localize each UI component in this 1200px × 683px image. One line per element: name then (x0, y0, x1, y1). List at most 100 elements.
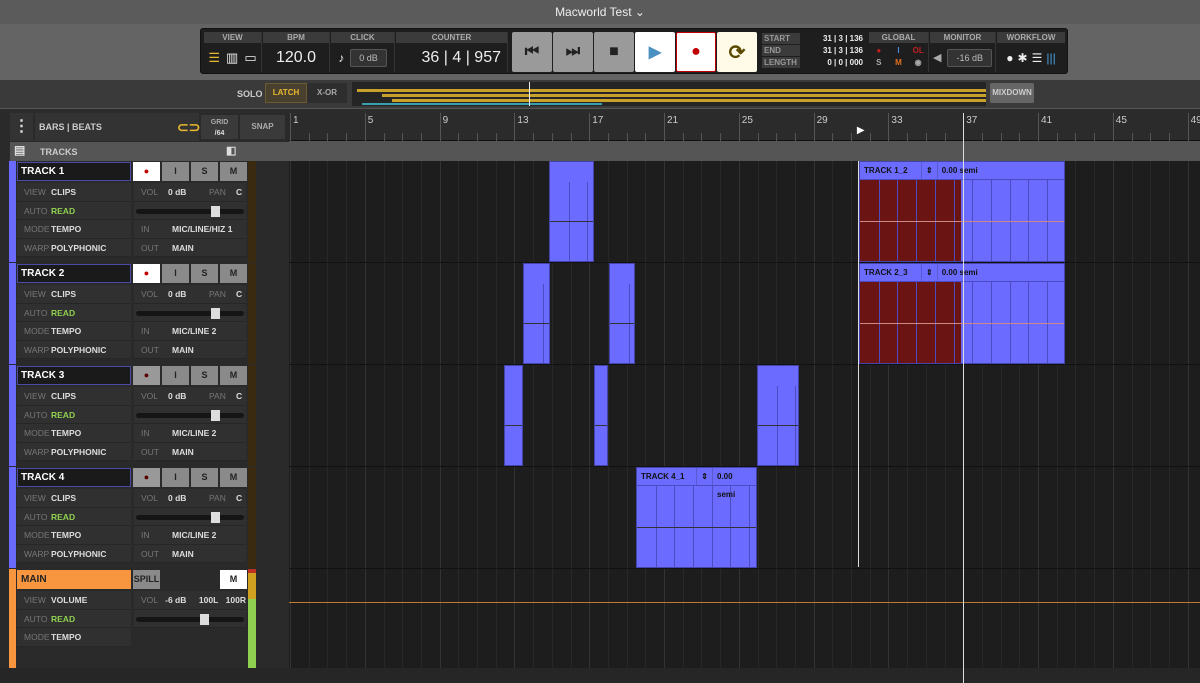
mode-row-value[interactable]: TEMPO (47, 220, 81, 238)
warp-row[interactable]: WARP POLYPHONIC (17, 341, 131, 359)
output-selector[interactable]: MAIN (164, 341, 194, 359)
pan-value[interactable]: C (232, 387, 242, 405)
clip-header[interactable]: TRACK 1_2 ⇕ 0.00 semi (860, 162, 1064, 180)
bpm-value[interactable]: 120.0 (263, 43, 329, 72)
mode-row-value[interactable]: TEMPO (47, 322, 81, 340)
mode-row[interactable]: MODE TEMPO (17, 628, 131, 647)
clip-pitch[interactable]: 0.00 semi (938, 162, 982, 179)
view-row-value[interactable]: CLIPS (47, 387, 76, 405)
vol-value[interactable]: 0 dB (164, 285, 202, 303)
global-solo-button[interactable]: S (869, 57, 889, 69)
warp-row-value[interactable]: POLYPHONIC (47, 239, 106, 257)
grid-selector[interactable]: GRID/64 (201, 115, 238, 139)
link-icon[interactable]: ⊂⊃ (177, 119, 200, 136)
volume-fader[interactable] (134, 508, 246, 526)
window-view-icon[interactable]: ▭ (244, 50, 256, 66)
loop-button[interactable]: ⟳ (717, 32, 757, 72)
global-input-button[interactable]: I (889, 45, 909, 57)
view-row[interactable]: VIEW CLIPS (17, 387, 131, 406)
forward-button[interactable]: ⏭ (553, 32, 593, 72)
audio-clip[interactable]: TRACK 2_3 ⇕ 0.00 semi (859, 263, 1065, 364)
track-name[interactable]: MAIN (17, 570, 131, 589)
audio-clip[interactable] (503, 365, 523, 466)
auto-row[interactable]: AUTO READ (17, 508, 131, 526)
bars-icon[interactable]: ||| (1046, 51, 1055, 65)
view-row[interactable]: VIEW VOLUME (17, 591, 131, 610)
pan-value[interactable]: C (232, 183, 242, 201)
mode-row-value[interactable]: TEMPO (47, 424, 81, 442)
clip-header[interactable]: TRACK 4_1 ⇕ 0.00 semi (636, 468, 756, 499)
global-overload-indicator[interactable]: OL (908, 45, 928, 57)
audio-clip[interactable]: TRACK 1_2 ⇕ 0.00 semi (859, 161, 1065, 262)
latch-button[interactable]: LATCH (265, 83, 307, 103)
global-monitor-icon[interactable]: ◉ (908, 57, 928, 69)
list-view-icon[interactable]: ☰ (208, 50, 220, 66)
pan-left-value[interactable]: 100L (195, 591, 222, 609)
timebase-selector[interactable]: BARS | BEATS (35, 113, 199, 141)
vol-value[interactable]: -6 dB (161, 591, 195, 609)
audio-clip[interactable] (609, 263, 635, 364)
mode-row[interactable]: MODE TEMPO (17, 526, 131, 545)
track-header[interactable]: TRACK 3 ● I S M VIEW CLIPS AUTO READ MODE TEMPO WAR… (0, 365, 289, 467)
input-selector[interactable]: MIC/LINE 2 (164, 526, 216, 544)
stop-button[interactable]: ■ (594, 32, 634, 72)
overview-navigator[interactable] (352, 82, 986, 106)
auto-row[interactable]: AUTO READ (17, 610, 131, 628)
input-monitor-button[interactable]: I (162, 162, 189, 181)
solo-button[interactable]: S (191, 162, 218, 181)
view-row-value[interactable]: CLIPS (47, 183, 76, 201)
audio-clip[interactable] (594, 365, 608, 466)
view-row[interactable]: VIEW CLIPS (17, 285, 131, 304)
input-monitor-button[interactable]: I (162, 264, 189, 283)
monitor-level[interactable]: -16 dB (947, 48, 992, 67)
vol-value[interactable]: 0 dB (164, 387, 202, 405)
counter-value[interactable]: 36 | 4 | 957 (396, 43, 507, 72)
midi-icon[interactable]: ✱ (1018, 51, 1028, 65)
pitch-stepper-icon[interactable]: ⇕ (922, 264, 938, 281)
fader-handle[interactable] (200, 613, 210, 625)
audio-clip[interactable] (523, 263, 550, 364)
input-monitor-button[interactable]: I (162, 468, 189, 487)
auto-row-value[interactable]: READ (47, 406, 75, 424)
input-selector[interactable]: MIC/LINE/HIZ 1 (164, 220, 232, 238)
warp-row-value[interactable]: POLYPHONIC (47, 443, 106, 461)
clip-pitch[interactable]: 0.00 semi (713, 468, 756, 499)
main-volume-automation[interactable] (289, 602, 1200, 603)
warp-row-value[interactable]: POLYPHONIC (47, 545, 106, 563)
mode-row-value[interactable]: TEMPO (47, 526, 81, 544)
loop-start-value[interactable]: 31 | 3 | 136 (803, 33, 863, 45)
pan-right-value[interactable]: 100R (222, 591, 246, 609)
output-selector[interactable]: MAIN (164, 239, 194, 257)
snap-button[interactable]: SNAP (240, 115, 285, 139)
track-name[interactable]: TRACK 4 (17, 468, 131, 487)
list-icon[interactable]: ☰ (1032, 51, 1043, 65)
input-monitor-button[interactable]: I (162, 366, 189, 385)
audio-clip[interactable] (756, 365, 799, 466)
record-arm-button[interactable]: ● (133, 162, 160, 181)
auto-row-value[interactable]: READ (47, 508, 75, 526)
mixer-view-icon[interactable]: ▥ (226, 50, 238, 66)
record-arm-button[interactable]: ● (133, 366, 160, 385)
global-record-icon[interactable]: ● (869, 45, 889, 57)
mute-button[interactable]: M (220, 366, 247, 385)
pan-value[interactable]: C (232, 285, 242, 303)
pitch-stepper-icon[interactable]: ⇕ (697, 468, 713, 485)
warp-row-value[interactable]: POLYPHONIC (47, 341, 106, 359)
vol-value[interactable]: 0 dB (164, 489, 202, 507)
record-arm-button[interactable]: ● (133, 264, 160, 283)
output-selector[interactable]: MAIN (164, 443, 194, 461)
audio-clip[interactable] (548, 161, 595, 262)
track-header[interactable]: TRACK 1 ● I S M VIEW CLIPS AUTO READ MODE TEMPO WAR… (0, 161, 289, 263)
solo-button[interactable]: S (191, 264, 218, 283)
volume-fader[interactable] (134, 304, 246, 322)
mode-row[interactable]: MODE TEMPO (17, 322, 131, 341)
mode-row[interactable]: MODE TEMPO (17, 220, 131, 239)
volume-fader[interactable] (134, 610, 246, 628)
auto-row-value[interactable]: READ (47, 610, 75, 628)
loop-end-value[interactable]: 31 | 3 | 136 (803, 45, 863, 57)
fader-handle[interactable] (211, 511, 220, 523)
track-list-icon[interactable]: ▤ (14, 143, 25, 157)
fader-handle[interactable] (211, 409, 220, 421)
auto-row-value[interactable]: READ (47, 304, 75, 322)
view-row-value[interactable]: VOLUME (47, 591, 87, 609)
